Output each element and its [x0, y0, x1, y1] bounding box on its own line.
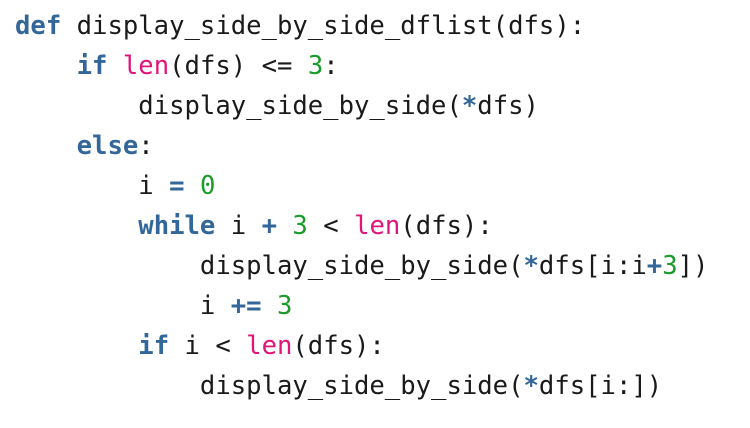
- code-text: display_side_by_side(: [138, 91, 462, 121]
- code-block: def display_side_by_side_dflist(dfs): if…: [15, 6, 708, 406]
- code-text: i: [138, 171, 170, 201]
- number-token: 3: [662, 251, 678, 281]
- operator-token: =: [169, 171, 185, 201]
- code-text: display_side_by_side(: [199, 251, 524, 281]
- code-text: i: [199, 291, 231, 321]
- operator-token: +: [646, 251, 663, 281]
- code-text: dfs): [477, 91, 539, 121]
- code-text: i: [215, 211, 262, 241]
- code-line-10: display_side_by_side(*dfs[i:]): [15, 366, 708, 406]
- operator-token: *: [461, 91, 478, 121]
- builtin-token: len: [354, 211, 401, 241]
- operator-token: *: [523, 251, 539, 281]
- builtin-token: len: [246, 331, 293, 361]
- number-token: 3: [276, 291, 293, 321]
- keyword-token: if: [76, 51, 108, 81]
- code-text: dfs[i:]): [538, 371, 663, 401]
- number-token: 0: [199, 171, 216, 201]
- operator-token: +: [261, 211, 277, 241]
- keyword-token: def: [15, 11, 62, 41]
- code-line-8: i += 3: [15, 286, 708, 326]
- number-token: 3: [307, 51, 324, 81]
- code-line-3: display_side_by_side(*dfs): [15, 86, 708, 126]
- code-text: (dfs):: [400, 211, 493, 241]
- code-text: display_side_by_side(: [199, 371, 524, 401]
- code-line-2: if len(dfs) <= 3:: [15, 46, 708, 86]
- builtin-token: len: [122, 51, 170, 81]
- code-text: (dfs):: [292, 331, 385, 361]
- code-text: :: [323, 51, 339, 81]
- code-line-9: if i < len(dfs):: [15, 326, 708, 366]
- keyword-token: else: [76, 131, 139, 161]
- code-line-5: i = 0: [15, 166, 708, 206]
- code-line-7: display_side_by_side(*dfs[i:i+3]): [15, 246, 709, 286]
- keyword-token: if: [138, 331, 170, 361]
- code-line-4: else:: [15, 126, 708, 166]
- code-text: (dfs): [169, 51, 262, 81]
- code-text: display_side_by_side_dflist(dfs):: [61, 11, 586, 41]
- code-line-6: while i + 3 < len(dfs):: [15, 206, 708, 246]
- code-text: <=: [261, 51, 293, 81]
- keyword-token: while: [138, 211, 216, 241]
- operator-token: *: [523, 371, 539, 401]
- code-text: ]): [677, 251, 709, 281]
- code-text: :: [138, 131, 154, 161]
- code-text: <: [307, 211, 355, 241]
- code-text: i <: [169, 331, 247, 361]
- operator-token: +=: [230, 291, 262, 321]
- code-line-1: def display_side_by_side_dflist(dfs):: [15, 6, 708, 46]
- number-token: 3: [292, 211, 308, 241]
- code-text: dfs[i:i: [538, 251, 647, 281]
